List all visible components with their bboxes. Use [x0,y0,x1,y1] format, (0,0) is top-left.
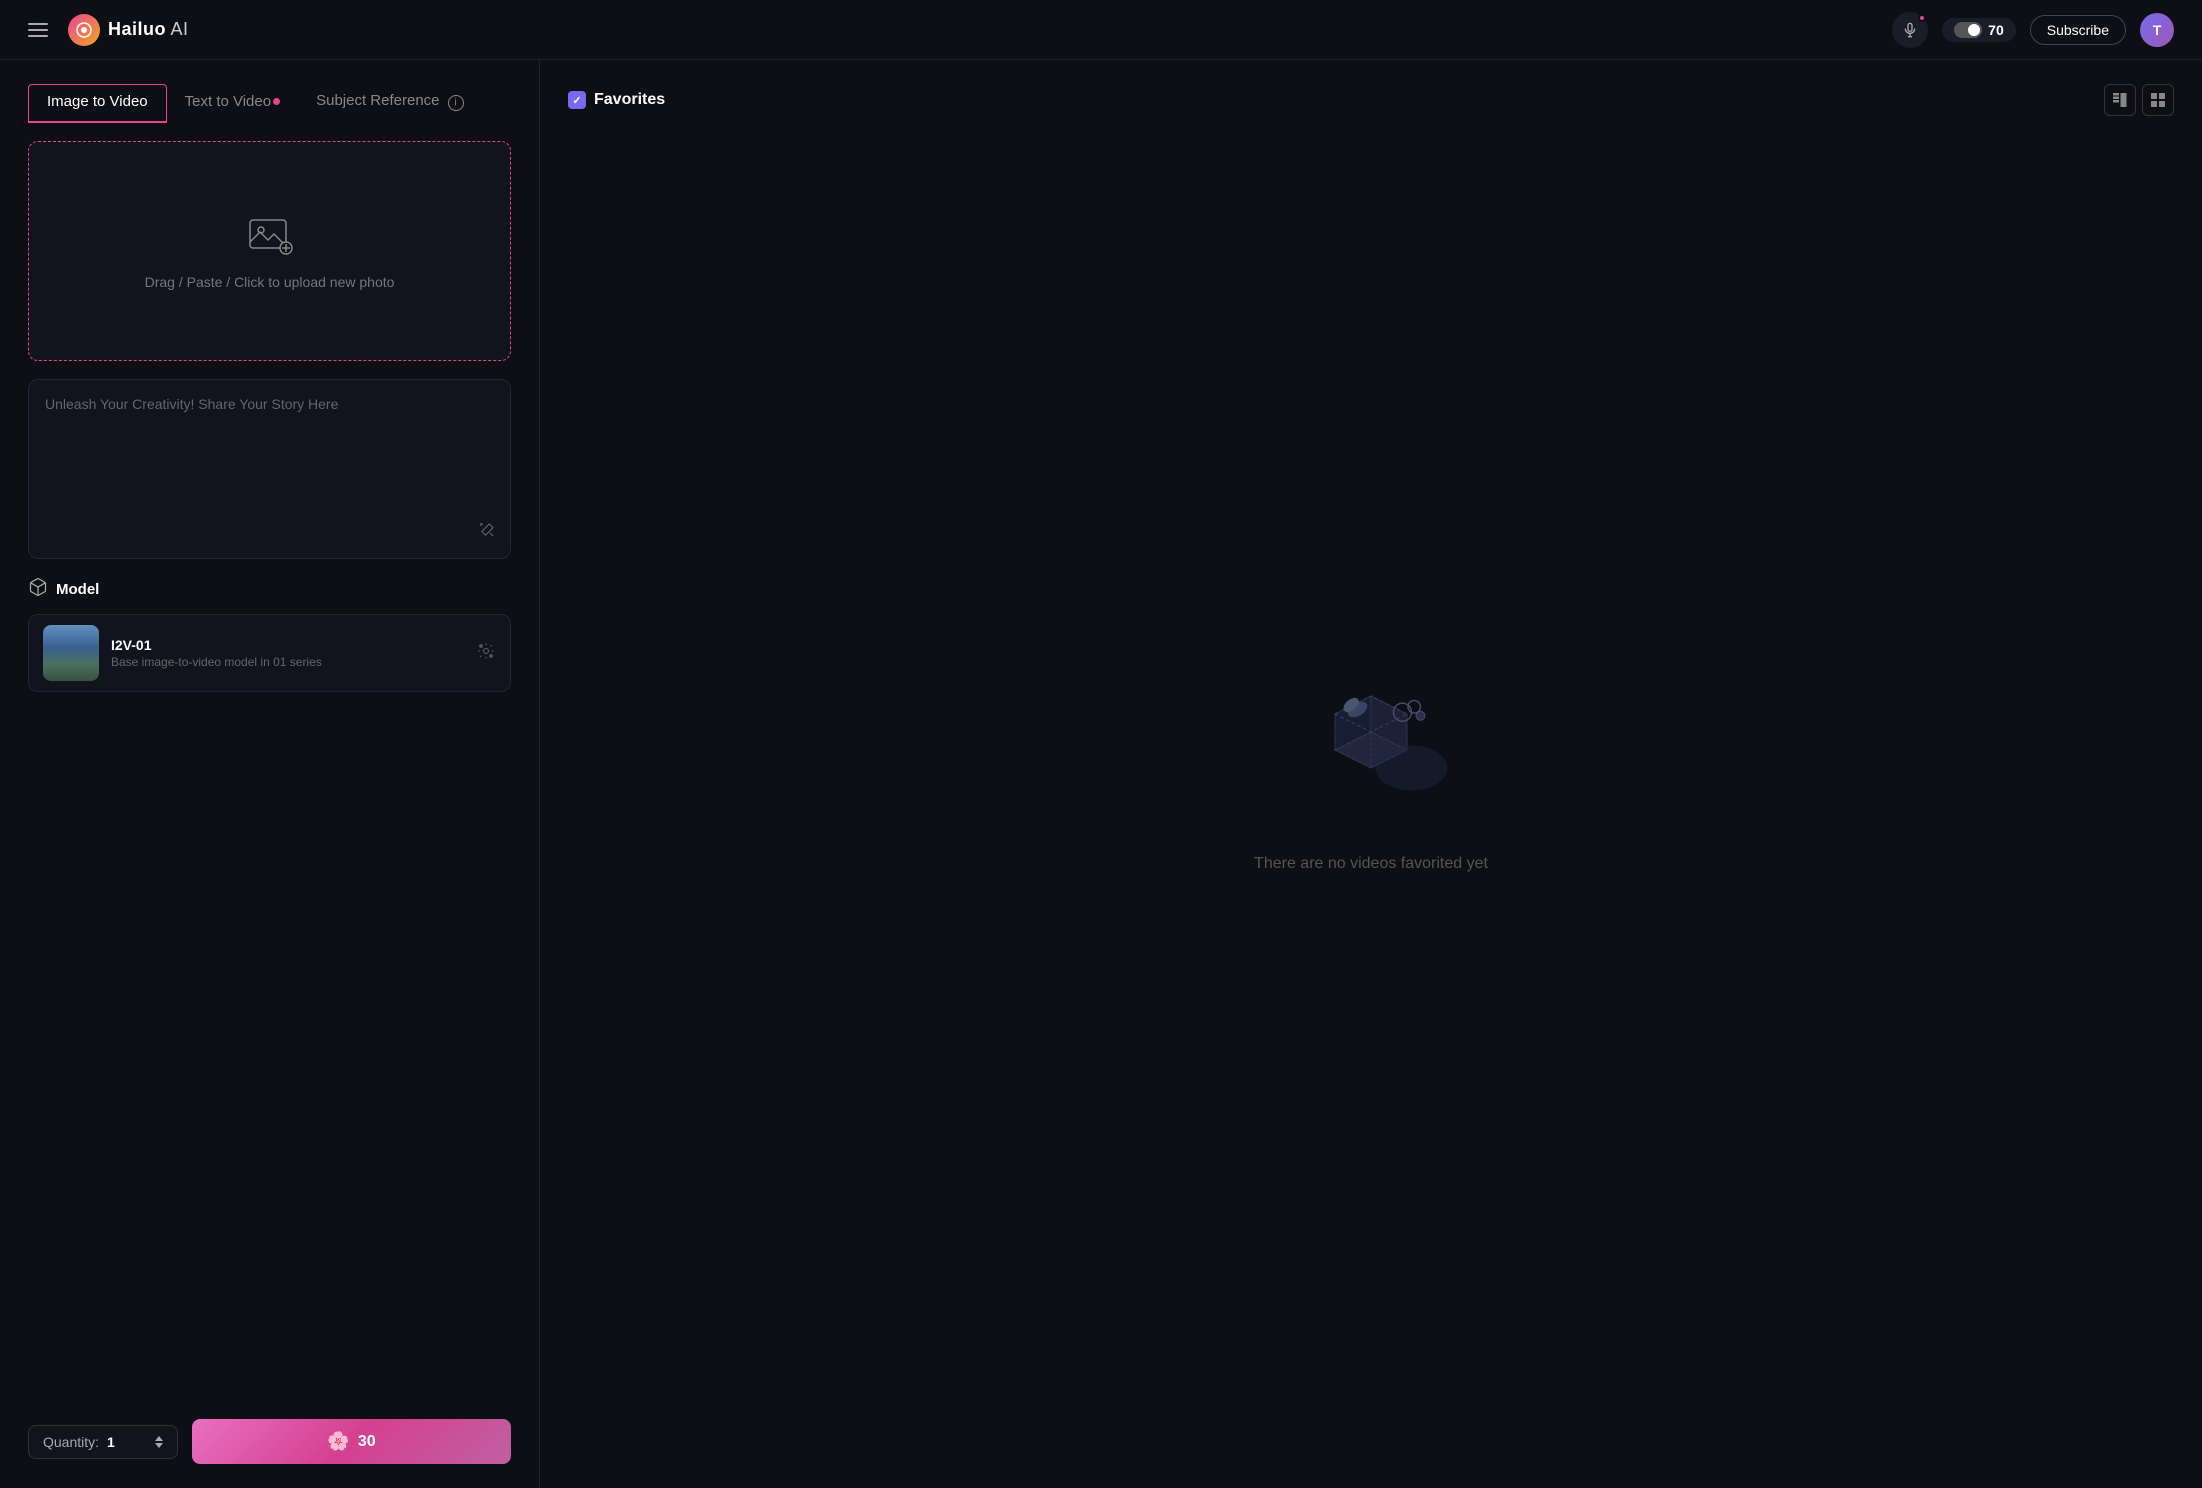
bottom-controls: Quantity: 1 🌸 30 [28,1419,511,1464]
model-thumbnail [43,625,99,681]
info-icon[interactable]: i [448,95,464,111]
tab-image-to-video-label: Image to Video [47,93,148,110]
model-description: Base image-to-video model in 01 series [111,655,322,669]
model-thumbnail-image [43,625,99,681]
empty-state-text: There are no videos favorited yet [1254,855,1488,873]
quantity-down-arrow[interactable] [155,1443,163,1448]
model-card[interactable]: I2V-01 Base image-to-video model in 01 s… [28,614,511,692]
model-section: Model I2V-01 Base image-to-video model i… [28,577,511,692]
tabs: Image to Video Text to Video Subject Ref… [28,84,511,123]
model-section-label: Model [56,581,99,598]
toggle-pill [1954,22,1982,38]
empty-state: There are no videos favorited yet [568,140,2174,1464]
new-feature-dot [273,98,280,105]
main-content: Image to Video Text to Video Subject Ref… [0,60,2202,1488]
grid-view-button[interactable] [2104,84,2136,116]
model-name: I2V-01 [111,637,322,653]
upload-area[interactable]: Drag / Paste / Click to upload new photo [28,141,511,361]
quantity-stepper[interactable] [155,1436,163,1448]
tab-text-to-video-label: Text to Video [185,93,271,110]
model-card-left: I2V-01 Base image-to-video model in 01 s… [43,625,322,681]
model-label: Model [28,577,511,602]
favorites-checkbox: ✓ [568,91,586,109]
upload-image-icon [246,212,294,260]
header-right: 70 Subscribe T [1892,12,2174,48]
view-toggles [2104,84,2174,116]
mic-notification-dot [1918,14,1926,22]
logo: Hailuo AI [68,14,189,46]
empty-illustration [1281,651,1461,831]
header-left: Hailuo AI [28,14,189,46]
generate-cost: 30 [358,1433,376,1451]
logo-icon [68,14,100,46]
user-avatar[interactable]: T [2140,13,2174,47]
quantity-value: 1 [107,1434,115,1450]
logo-ai: AI [166,19,189,39]
quantity-label: Quantity: [43,1434,99,1450]
prompt-input[interactable] [45,396,494,536]
upload-instruction: Drag / Paste / Click to upload new photo [145,274,395,290]
right-panel: ✓ Favorites [540,60,2202,1488]
model-settings-icon[interactable] [476,641,496,666]
generate-button[interactable]: 🌸 30 [192,1419,511,1464]
tab-subject-reference[interactable]: Subject Reference i [298,84,482,123]
favorites-title: ✓ Favorites [568,91,665,109]
prompt-area [28,379,511,559]
favorites-label: Favorites [594,91,665,109]
list-view-button[interactable] [2142,84,2174,116]
wand-icon[interactable] [478,521,496,544]
hamburger-menu[interactable] [28,23,48,37]
subscribe-button[interactable]: Subscribe [2030,15,2126,45]
tab-image-to-video[interactable]: Image to Video [28,84,167,123]
model-icon [28,577,48,602]
coin-icon: 🌸 [327,1431,349,1452]
left-panel: Image to Video Text to Video Subject Ref… [0,60,540,1488]
right-header: ✓ Favorites [568,84,2174,116]
mic-button[interactable] [1892,12,1928,48]
quantity-up-arrow[interactable] [155,1436,163,1441]
tab-text-to-video[interactable]: Text to Video [167,85,298,122]
coins-count: 70 [1988,22,2004,38]
tab-subject-reference-label: Subject Reference [316,92,439,109]
header: Hailuo AI 70 Subscribe T [0,0,2202,60]
logo-text: Hailuo AI [108,19,189,40]
coins-toggle[interactable]: 70 [1942,18,2016,42]
quantity-selector: Quantity: 1 [28,1425,178,1459]
logo-name: Hailuo [108,19,166,39]
model-info: I2V-01 Base image-to-video model in 01 s… [111,637,322,669]
